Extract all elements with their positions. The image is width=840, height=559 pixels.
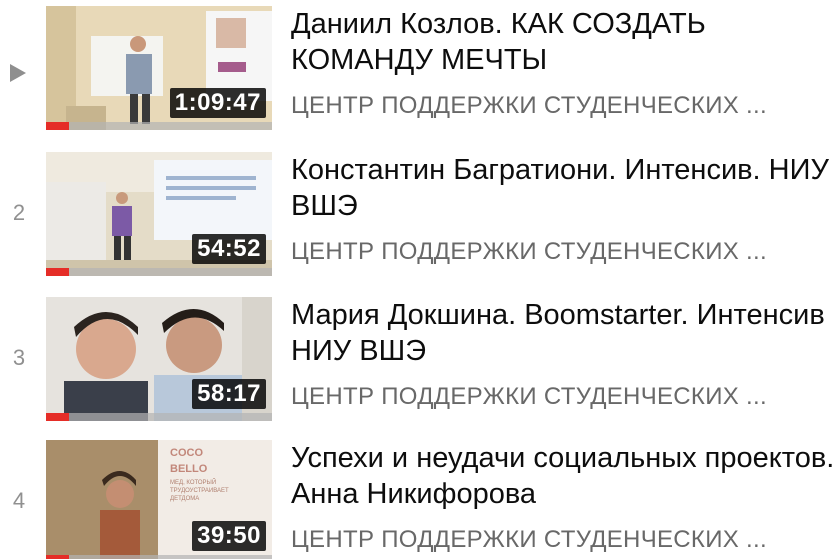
video-meta: Константин Багратиони. Интенсив. НИУ ВШЭ… (291, 152, 840, 266)
video-title[interactable]: Мария Докшина. Boomstarter. Интенсив НИУ… (291, 297, 840, 369)
playlist-index: 2 (12, 200, 26, 225)
video-thumbnail[interactable]: 54:52 (46, 152, 272, 276)
watch-progress-fill (46, 413, 69, 421)
watch-progress-bar (46, 122, 272, 130)
playlist-panel: 1:09:47 Даниил Козлов. КАК СОЗДАТЬ КОМАН… (0, 0, 840, 559)
channel-name[interactable]: ЦЕНТР ПОДДЕРЖКИ СТУДЕНЧЕСКИХ ... (291, 526, 831, 554)
playlist-item[interactable]: 2 54:52 Константин Багратиони. Интенсив.… (0, 148, 840, 278)
video-thumbnail[interactable]: 58:17 (46, 297, 272, 421)
video-duration: 58:17 (192, 379, 266, 409)
channel-name[interactable]: ЦЕНТР ПОДДЕРЖКИ СТУДЕНЧЕСКИХ ... (291, 383, 831, 411)
video-meta: Мария Докшина. Boomstarter. Интенсив НИУ… (291, 297, 840, 411)
watch-progress-fill (46, 122, 69, 130)
watch-progress-fill (46, 555, 69, 559)
channel-name[interactable]: ЦЕНТР ПОДДЕРЖКИ СТУДЕНЧЕСКИХ ... (291, 238, 831, 266)
playlist-index: 4 (12, 488, 26, 513)
slide-text: COCO (170, 447, 203, 459)
watch-progress-bar (46, 268, 272, 276)
slide-text: ДЕТДОМА (170, 496, 199, 502)
playlist-item[interactable]: 4 COCO BELLO МЕД, КОТОРЫЙ ТРУДОУСТРАИВАЕ… (0, 436, 840, 559)
video-title[interactable]: Успехи и неудачи социальных проектов. Ан… (291, 440, 840, 512)
video-duration: 1:09:47 (169, 88, 266, 118)
watch-progress-bar (46, 413, 272, 421)
video-title[interactable]: Константин Багратиони. Интенсив. НИУ ВШЭ (291, 152, 840, 224)
watch-progress-fill (46, 268, 69, 276)
now-playing-icon (10, 64, 26, 82)
video-duration: 39:50 (192, 521, 266, 551)
slide-text: ТРУДОУСТРАИВАЕТ (170, 488, 229, 494)
playlist-index: 3 (12, 345, 26, 370)
playlist-item[interactable]: 3 58:17 Мария Докшина. Boomstarter. Инте… (0, 293, 840, 423)
channel-name[interactable]: ЦЕНТР ПОДДЕРЖКИ СТУДЕНЧЕСКИХ ... (291, 92, 831, 120)
video-duration: 54:52 (192, 234, 266, 264)
slide-text: BELLO (170, 463, 208, 475)
watch-progress-bar (46, 555, 272, 559)
video-meta: Успехи и неудачи социальных проектов. Ан… (291, 440, 840, 554)
slide-text: МЕД, КОТОРЫЙ (170, 478, 216, 486)
video-thumbnail[interactable]: 1:09:47 (46, 6, 272, 130)
video-meta: Даниил Козлов. КАК СОЗДАТЬ КОМАНДУ МЕЧТЫ… (291, 6, 840, 120)
video-thumbnail[interactable]: COCO BELLO МЕД, КОТОРЫЙ ТРУДОУСТРАИВАЕТ … (46, 440, 272, 559)
playlist-item[interactable]: 1:09:47 Даниил Козлов. КАК СОЗДАТЬ КОМАН… (0, 2, 840, 132)
video-title[interactable]: Даниил Козлов. КАК СОЗДАТЬ КОМАНДУ МЕЧТЫ (291, 6, 840, 78)
